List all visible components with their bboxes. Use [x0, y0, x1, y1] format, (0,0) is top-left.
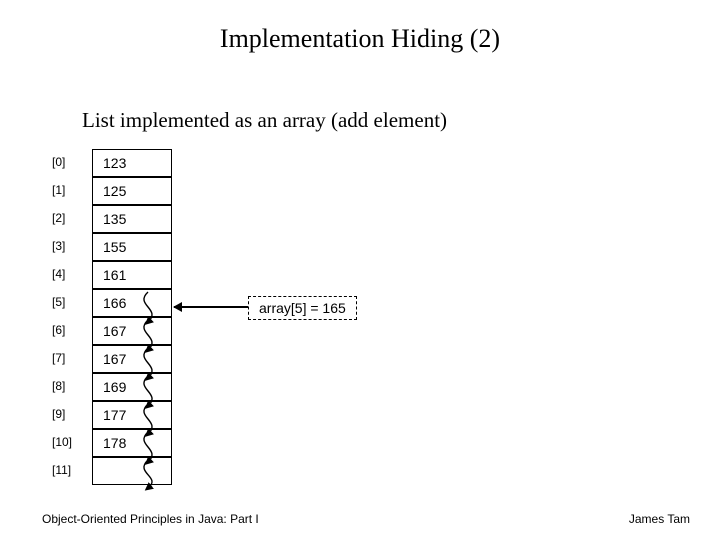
array-index: [7] — [52, 351, 92, 365]
array-row: [9] 177 — [52, 400, 172, 428]
array-row: [2] 135 — [52, 204, 172, 232]
slide-title: Implementation Hiding (2) — [0, 24, 720, 54]
array-row: [6] 167 — [52, 316, 172, 344]
array-cell: 123 — [92, 149, 172, 177]
footer-right: James Tam — [629, 512, 690, 526]
array-index: [0] — [52, 155, 92, 169]
array-cell — [92, 457, 172, 485]
array-index: [1] — [52, 183, 92, 197]
annotation-label: array[5] = 165 — [248, 296, 357, 320]
footer-left: Object-Oriented Principles in Java: Part… — [42, 512, 259, 526]
annotation-arrow-icon — [174, 306, 248, 308]
slide-subtitle: List implemented as an array (add elemen… — [82, 108, 447, 133]
array-index: [2] — [52, 211, 92, 225]
array-row: [4] 161 — [52, 260, 172, 288]
array-cell: 169 — [92, 373, 172, 401]
array-index: [8] — [52, 379, 92, 393]
array-cell: 167 — [92, 345, 172, 373]
array-row: [5] 166 — [52, 288, 172, 316]
array-row: [0] 123 — [52, 148, 172, 176]
array-index: [9] — [52, 407, 92, 421]
array-cell: 161 — [92, 261, 172, 289]
array-row: [11] — [52, 456, 172, 484]
array-cell: 125 — [92, 177, 172, 205]
array-index: [6] — [52, 323, 92, 337]
array-row: [7] 167 — [52, 344, 172, 372]
array-row: [1] 125 — [52, 176, 172, 204]
array-index: [10] — [52, 435, 92, 449]
array-cell: 177 — [92, 401, 172, 429]
array-cell: 135 — [92, 205, 172, 233]
array-row: [10] 178 — [52, 428, 172, 456]
array-cell: 167 — [92, 317, 172, 345]
array-row: [3] 155 — [52, 232, 172, 260]
array-index: [3] — [52, 239, 92, 253]
array-index: [11] — [52, 463, 92, 477]
array-row: [8] 169 — [52, 372, 172, 400]
array-index: [4] — [52, 267, 92, 281]
array-cell: 166 — [92, 289, 172, 317]
array-index: [5] — [52, 295, 92, 309]
array-cell: 155 — [92, 233, 172, 261]
array-cell: 178 — [92, 429, 172, 457]
array-table: [0] 123 [1] 125 [2] 135 [3] 155 [4] 161 … — [52, 148, 172, 484]
